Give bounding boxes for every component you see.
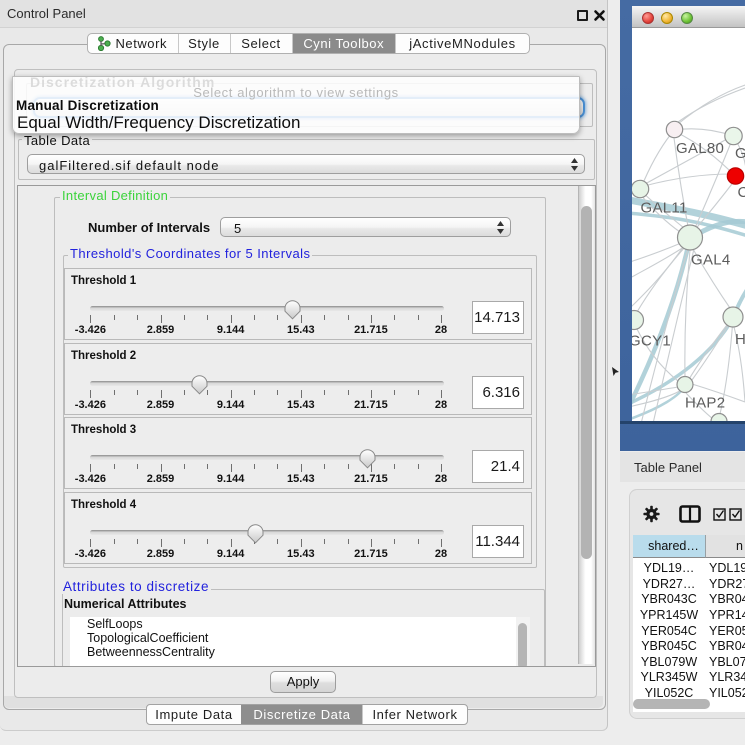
- svg-text:GA: GA: [735, 145, 745, 162]
- svg-text:HAP2: HAP2: [685, 395, 725, 412]
- svg-text:H: H: [735, 331, 745, 348]
- svg-text:GCY1: GCY1: [632, 333, 671, 350]
- svg-text:C: C: [738, 184, 745, 201]
- svg-text:GAL11: GAL11: [641, 200, 688, 217]
- svg-text:GAL80: GAL80: [676, 140, 724, 157]
- svg-text:GAL4: GAL4: [691, 252, 731, 269]
